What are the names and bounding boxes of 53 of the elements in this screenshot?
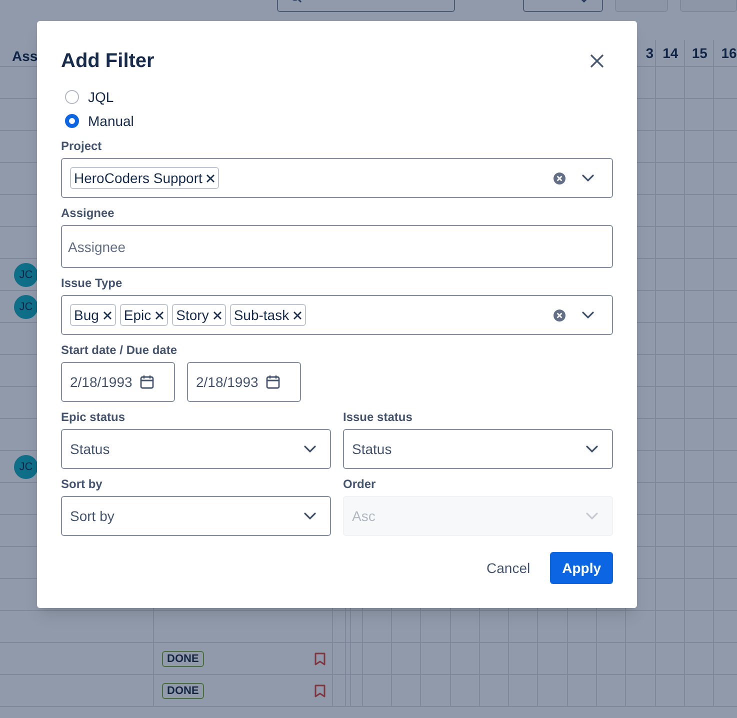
calendar-icon (266, 375, 280, 389)
select-field[interactable]: Status (61, 429, 331, 469)
apply-button[interactable]: Apply (550, 552, 613, 584)
close-icon (590, 54, 604, 68)
field-label: Order (343, 476, 377, 491)
remove-icon (293, 310, 302, 320)
chevron-down-icon (304, 512, 316, 520)
chevron-down-icon (586, 445, 598, 453)
status-badge: DONE (162, 651, 204, 667)
tag[interactable]: Epic (120, 304, 168, 326)
field-label: Start date / Due date (61, 342, 178, 357)
field-label: Sort by (61, 476, 104, 491)
day-header: 3 (646, 44, 654, 63)
tag[interactable]: Sub-task (230, 304, 306, 326)
column-header: Ass (12, 47, 38, 66)
chevron-down-icon (586, 512, 598, 520)
calendar-icon (140, 375, 154, 389)
multi-select-field[interactable]: Bug Epic Story Sub-task (61, 295, 613, 335)
status-badge: DONE (162, 683, 204, 699)
select-field[interactable]: Status (343, 429, 613, 469)
tag[interactable]: Story (172, 304, 226, 326)
radio-option[interactable]: Manual (65, 111, 134, 131)
field-label: Epic status (61, 409, 126, 424)
dialog-title: Add Filter (61, 49, 154, 73)
avatar: JC (14, 263, 38, 287)
date-field[interactable]: 2/18/1993 (187, 362, 301, 402)
multi-select-field[interactable]: HeroCoders Support (61, 158, 613, 198)
day-header: 15 (692, 44, 708, 63)
remove-icon (206, 174, 216, 182)
field-label: Issue Type (61, 275, 124, 290)
field-label: Project (61, 138, 103, 153)
cancel-button[interactable]: Cancel (486, 552, 530, 584)
select-field: Asc (343, 496, 613, 536)
tag[interactable]: HeroCoders Support (70, 167, 220, 189)
radio-option[interactable]: JQL (65, 87, 114, 107)
day-header: 14 (662, 44, 678, 63)
remove-icon (102, 310, 112, 320)
clear-icon (553, 172, 566, 184)
tag[interactable]: Bug (70, 304, 116, 326)
select-field[interactable]: Sort by (61, 496, 331, 536)
avatar: JC (14, 455, 38, 479)
remove-icon (155, 310, 164, 320)
chevron-down-icon (582, 311, 594, 319)
day-header: 16 (721, 44, 737, 63)
remove-icon (212, 310, 222, 320)
text-field[interactable]: Assignee (61, 225, 613, 268)
field-label: Assignee (61, 205, 116, 220)
chevron-down-icon (582, 174, 594, 182)
date-field[interactable]: 2/18/1993 (61, 362, 175, 402)
clear-icon (553, 308, 566, 322)
field-label: Issue status (343, 409, 414, 424)
chevron-down-icon (304, 445, 316, 453)
avatar: JC (14, 295, 38, 319)
